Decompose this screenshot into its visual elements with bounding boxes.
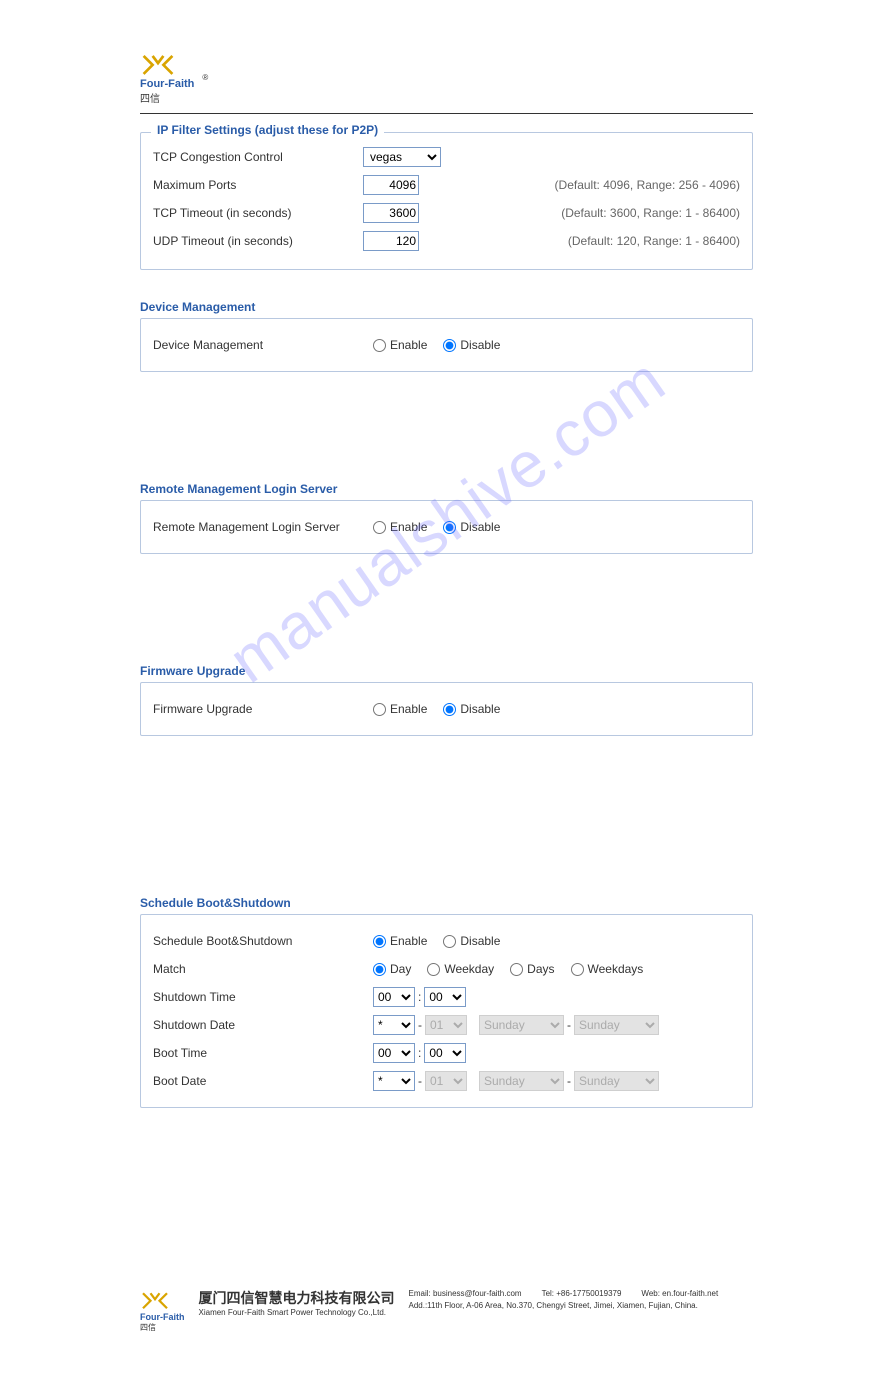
max-ports-row: Maximum Ports (Default: 4096, Range: 256…	[153, 171, 740, 199]
ip-filter-legend: IP Filter Settings (adjust these for P2P…	[151, 123, 384, 137]
udp-timeout-hint: (Default: 120, Range: 1 - 86400)	[568, 234, 740, 248]
udp-timeout-label: UDP Timeout (in seconds)	[153, 234, 363, 248]
footer-company-en: Xiamen Four-Faith Smart Power Technology…	[199, 1308, 395, 1317]
brand-sub: 四信	[140, 90, 194, 105]
firmware-title: Firmware Upgrade	[140, 664, 753, 678]
footer-address: Add.:11th Floor, A-06 Area, No.370, Chen…	[409, 1300, 719, 1312]
brand-logo: Four-Faith 四信 ®	[140, 50, 753, 105]
shutdown-day-select: 01	[425, 1015, 467, 1035]
shutdown-date-label: Shutdown Date	[153, 1018, 373, 1032]
max-ports-label: Maximum Ports	[153, 178, 363, 192]
footer-email: Email: business@four-faith.com	[409, 1288, 522, 1300]
match-weekdays-radio[interactable]: Weekdays	[571, 962, 644, 976]
match-weekday-radio[interactable]: Weekday	[427, 962, 494, 976]
tcp-timeout-input[interactable]	[363, 203, 419, 223]
boot-minute-select[interactable]: 00	[424, 1043, 466, 1063]
device-management-enable-radio[interactable]: Enable	[373, 338, 427, 352]
match-day-radio[interactable]: Day	[373, 962, 411, 976]
tcp-congestion-label: TCP Congestion Control	[153, 150, 363, 164]
firmware-disable-radio[interactable]: Disable	[443, 702, 500, 716]
schedule-title: Schedule Boot&Shutdown	[140, 896, 753, 910]
footer-web: Web: en.four-faith.net	[641, 1288, 718, 1300]
shutdown-minute-select[interactable]: 00	[424, 987, 466, 1007]
schedule-row-label: Schedule Boot&Shutdown	[153, 934, 373, 948]
boot-hour-select[interactable]: 00	[373, 1043, 415, 1063]
device-management-disable-radio[interactable]: Disable	[443, 338, 500, 352]
schedule-enable-radio[interactable]: Enable	[373, 934, 427, 948]
brand-name: Four-Faith	[140, 78, 194, 90]
tcp-timeout-hint: (Default: 3600, Range: 1 - 86400)	[561, 206, 740, 220]
header-divider	[140, 113, 753, 114]
device-management-label: Device Management	[153, 338, 373, 352]
footer-logo-icon	[140, 1288, 170, 1312]
shutdown-hour-select[interactable]: 00	[373, 987, 415, 1007]
tcp-timeout-label: TCP Timeout (in seconds)	[153, 206, 363, 220]
remote-login-disable-radio[interactable]: Disable	[443, 520, 500, 534]
four-faith-logo-icon	[140, 50, 176, 78]
remote-login-label: Remote Management Login Server	[153, 520, 373, 534]
schedule-box: Schedule Boot&Shutdown Enable Disable Ma…	[140, 914, 753, 1108]
boot-wd1-select: Sunday	[479, 1071, 564, 1091]
remote-login-box: Remote Management Login Server Enable Di…	[140, 500, 753, 554]
firmware-box: Firmware Upgrade Enable Disable	[140, 682, 753, 736]
footer-tel: Tel: +86-17750019379	[542, 1288, 622, 1300]
remote-login-title: Remote Management Login Server	[140, 482, 753, 496]
max-ports-hint: (Default: 4096, Range: 256 - 4096)	[555, 178, 740, 192]
device-management-title: Device Management	[140, 300, 753, 314]
boot-month-select[interactable]: *	[373, 1071, 415, 1091]
shutdown-wd1-select: Sunday	[479, 1015, 564, 1035]
page-footer: Four-Faith 四信 厦门四信智慧电力科技有限公司 Xiamen Four…	[140, 1288, 753, 1333]
firmware-label: Firmware Upgrade	[153, 702, 373, 716]
footer-company-cn: 厦门四信智慧电力科技有限公司	[199, 1288, 395, 1308]
tcp-congestion-select[interactable]: vegas	[363, 147, 441, 167]
device-management-box: Device Management Enable Disable	[140, 318, 753, 372]
schedule-disable-radio[interactable]: Disable	[443, 934, 500, 948]
boot-time-label: Boot Time	[153, 1046, 373, 1060]
match-label: Match	[153, 962, 373, 976]
registered-mark: ®	[202, 73, 208, 82]
boot-day-select: 01	[425, 1071, 467, 1091]
udp-timeout-row: UDP Timeout (in seconds) (Default: 120, …	[153, 227, 740, 255]
shutdown-month-select[interactable]: *	[373, 1015, 415, 1035]
remote-login-enable-radio[interactable]: Enable	[373, 520, 427, 534]
tcp-timeout-row: TCP Timeout (in seconds) (Default: 3600,…	[153, 199, 740, 227]
max-ports-input[interactable]	[363, 175, 419, 195]
firmware-enable-radio[interactable]: Enable	[373, 702, 427, 716]
shutdown-wd2-select: Sunday	[574, 1015, 659, 1035]
ip-filter-fieldset: IP Filter Settings (adjust these for P2P…	[140, 132, 753, 270]
boot-date-label: Boot Date	[153, 1074, 373, 1088]
shutdown-time-label: Shutdown Time	[153, 990, 373, 1004]
tcp-congestion-row: TCP Congestion Control vegas	[153, 143, 740, 171]
udp-timeout-input[interactable]	[363, 231, 419, 251]
match-days-radio[interactable]: Days	[510, 962, 554, 976]
boot-wd2-select: Sunday	[574, 1071, 659, 1091]
